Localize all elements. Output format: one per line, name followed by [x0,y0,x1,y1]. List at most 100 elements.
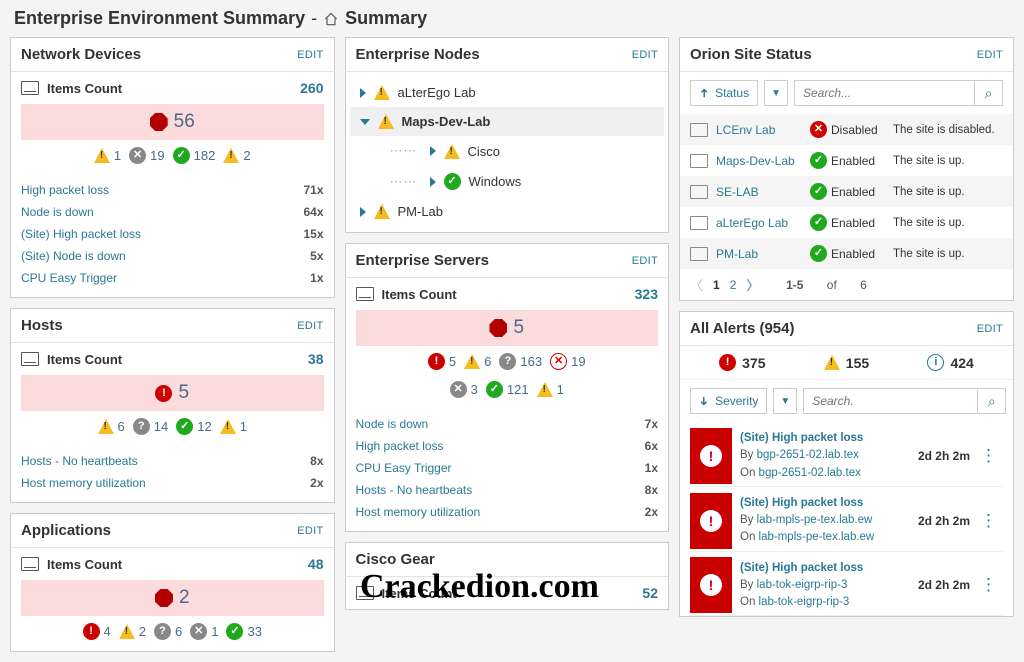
widget-site-status: Orion Site Status EDIT ➜Status ▼ ⌕ LCEnv … [679,37,1014,301]
items-count[interactable]: 260 [300,80,323,96]
caret-right-icon [430,146,436,156]
edit-link[interactable]: EDIT [632,49,658,61]
alert-more-icon[interactable]: ⋮ [974,511,1003,531]
issue-link[interactable]: Node is down [21,205,94,219]
alert-by-link[interactable]: lab-mpls-pe-tex.lab.ew [757,514,873,526]
alert-title-link[interactable]: (Site) High packet loss [740,430,910,447]
status-count[interactable]: ?14 [133,418,168,435]
status-count[interactable]: ?163 [499,353,542,370]
search-box: ⌕ [794,80,1003,106]
items-icon [21,352,39,366]
next-page[interactable]: 〉 [746,275,759,294]
items-count[interactable]: 48 [308,556,324,572]
issue-link[interactable]: Hosts - No heartbeats [356,483,473,497]
status-count[interactable]: !4 [83,623,111,640]
tree-node[interactable]: PM-Lab [350,197,665,226]
site-name-link[interactable]: SE-LAB [716,185,802,199]
status-count[interactable]: ✓12 [176,418,211,435]
status-count[interactable]: ✕1 [190,623,218,640]
tree-child[interactable]: ⋯⋯Cisco [350,136,665,166]
status-count[interactable]: ✓33 [226,623,261,640]
status-count[interactable]: 6 [98,419,125,434]
status-count[interactable]: !5 [428,353,456,370]
widget-title: Cisco Gear [356,551,435,568]
edit-link[interactable]: EDIT [297,49,323,61]
alert-on-link[interactable]: bgp-2651-02.lab.tex [759,467,861,479]
issue-link[interactable]: Host memory utilization [21,476,146,490]
edit-link[interactable]: EDIT [977,323,1003,335]
search-input[interactable] [795,81,974,105]
edit-link[interactable]: EDIT [632,255,658,267]
widget-title: Orion Site Status [690,46,812,63]
items-count[interactable]: 323 [635,286,658,302]
site-row: aLterEgo Lab✓EnabledThe site is up. [680,207,1013,238]
status-count[interactable]: ✓182 [173,147,216,164]
caret-right-icon [360,207,366,217]
issue-link[interactable]: Node is down [356,417,429,431]
tree-child[interactable]: ⋯⋯✓Windows [350,166,665,197]
widget-title: Hosts [21,317,63,334]
alert-by-link[interactable]: lab-tok-eigrp-rip-3 [757,579,848,591]
octagon-icon [489,319,507,337]
page-1[interactable]: 1 [713,278,720,292]
info-icon: i [927,354,944,371]
issue-link[interactable]: CPU Easy Trigger [356,461,452,475]
issue-link[interactable]: (Site) High packet loss [21,227,141,241]
alert-title-link[interactable]: (Site) High packet loss [740,495,910,512]
status-count[interactable]: ✓121 [486,381,529,398]
issue-link[interactable]: CPU Easy Trigger [21,271,117,285]
sort-dropdown-button[interactable]: ▼ [773,388,797,414]
status-count[interactable]: ✕3 [450,381,478,398]
edit-link[interactable]: EDIT [977,49,1003,61]
tree-node[interactable]: Maps-Dev-Lab [350,107,665,136]
search-icon[interactable]: ⌕ [974,82,1002,105]
status-count[interactable]: ?6 [154,623,182,640]
alert-more-icon[interactable]: ⋮ [974,575,1003,595]
alert-on-link[interactable]: lab-mpls-pe-tex.lab.ew [759,531,875,543]
site-name-link[interactable]: Maps-Dev-Lab [716,154,802,168]
site-icon [690,216,708,230]
ok-icon: ✓ [176,418,193,435]
status-count[interactable]: 2 [119,624,146,639]
sort-severity-button[interactable]: ➜Severity [690,388,767,414]
status-count[interactable]: 2 [223,148,250,163]
warning-icon [119,624,135,639]
status-count[interactable]: 1 [94,148,121,163]
page-2[interactable]: 2 [730,278,737,292]
status-count[interactable]: 6 [464,354,491,369]
search-input[interactable] [804,389,977,413]
site-name-link[interactable]: aLterEgo Lab [716,216,802,230]
items-icon [21,81,39,95]
status-count[interactable]: 1 [220,419,247,434]
widget-enterprise-nodes: Enterprise NodesEDIT aLterEgo LabMaps-De… [345,37,670,233]
tree-node[interactable]: aLterEgo Lab [350,78,665,107]
ok-icon: ✓ [810,183,827,200]
issue-link[interactable]: Hosts - No heartbeats [21,454,138,468]
sort-dropdown-button[interactable]: ▼ [764,80,788,106]
alert-by-link[interactable]: bgp-2651-02.lab.tex [757,449,859,461]
list-item: Node is down7x [356,413,659,435]
issue-link[interactable]: High packet loss [356,439,444,453]
issue-link[interactable]: High packet loss [21,183,109,197]
site-name-link[interactable]: LCEnv Lab [716,123,802,137]
octagon-icon [150,113,168,131]
edit-link[interactable]: EDIT [297,525,323,537]
items-count[interactable]: 38 [308,351,324,367]
status-counts: 1 ✕19 ✓182 2 [21,140,324,171]
search-icon[interactable]: ⌕ [977,390,1005,413]
critical-icon: ! [83,623,100,640]
sort-status-button[interactable]: ➜Status [690,80,758,106]
warning-icon [223,148,239,163]
status-count[interactable]: ✕19 [550,353,585,370]
status-count[interactable]: 1 [537,382,564,397]
items-count[interactable]: 52 [642,585,658,601]
issue-link[interactable]: (Site) Node is down [21,249,126,263]
issue-link[interactable]: Host memory utilization [356,505,481,519]
status-count[interactable]: ✕19 [129,147,164,164]
site-name-link[interactable]: PM-Lab [716,247,802,261]
alert-title-link[interactable]: (Site) High packet loss [740,560,910,577]
alert-on-link[interactable]: lab-tok-eigrp-rip-3 [759,596,850,608]
warning-icon [374,85,390,100]
edit-link[interactable]: EDIT [297,320,323,332]
alert-more-icon[interactable]: ⋮ [974,446,1003,466]
